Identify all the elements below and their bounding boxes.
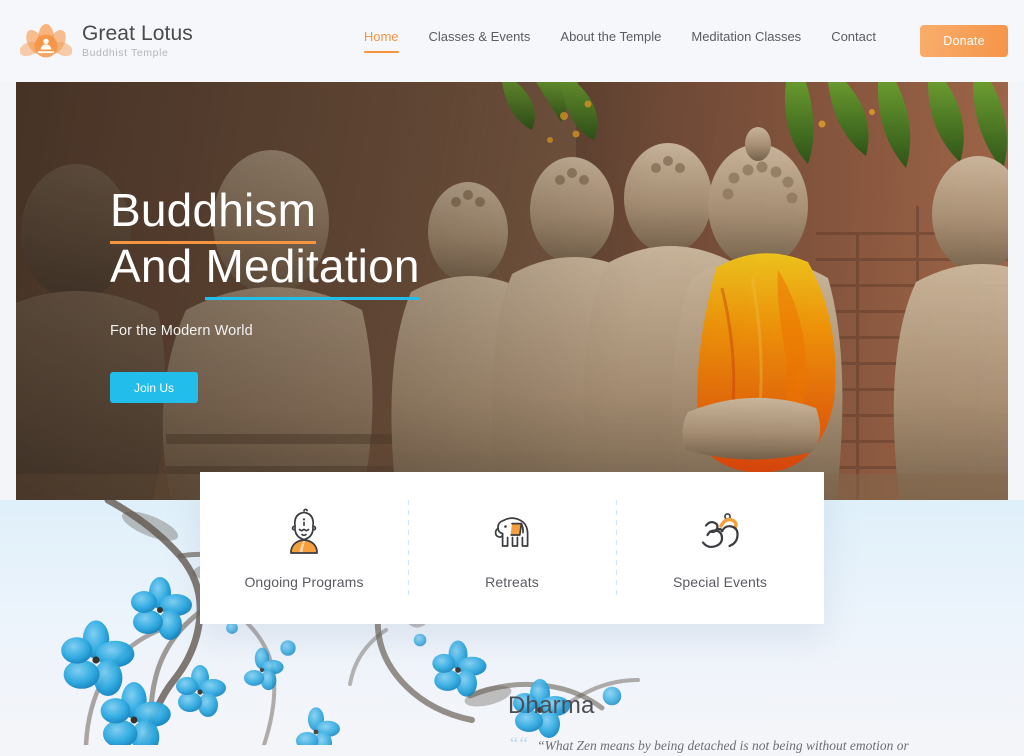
elephant-icon	[494, 516, 529, 547]
feature-card-special-events[interactable]: Special Events	[616, 472, 824, 624]
feature-label: Special Events	[672, 573, 767, 590]
hero-headline-line1: Buddhism	[110, 182, 420, 244]
dharma-quote-text: “What Zen means by being detached is not…	[537, 738, 909, 753]
donate-button[interactable]: Donate	[920, 25, 1008, 57]
feature-cards-panel: Ongoing Programs Retreats Special Events	[200, 472, 824, 624]
feature-label: Ongoing Programs	[244, 573, 364, 590]
lotus-meditation-icon	[20, 24, 72, 58]
feature-card-ongoing-programs[interactable]: Ongoing Programs	[200, 472, 408, 624]
hero-headline-line2: And Meditation	[110, 238, 420, 301]
hero-headline-meditation: Meditation	[205, 240, 420, 301]
hero-banner: Buddhism And Meditation For the Modern W…	[16, 82, 1008, 505]
site-header: Great Lotus Buddhist Temple Home Classes…	[0, 0, 1024, 82]
main-navigation: Home Classes & Events About the Temple M…	[363, 25, 1008, 57]
feature-card-retreats[interactable]: Retreats	[408, 472, 616, 624]
brand-subtitle: Buddhist Temple	[82, 47, 169, 60]
nav-item-meditation-classes[interactable]: Meditation Classes	[691, 29, 801, 53]
nav-item-about-the-temple[interactable]: About the Temple	[560, 29, 661, 53]
hero-subtitle: For the Modern World	[110, 323, 253, 340]
brand-logo[interactable]: Great Lotus Buddhist Temple	[16, 19, 193, 63]
om-symbol-icon	[701, 512, 739, 548]
hero-content: Buddhism And Meditation For the Modern W…	[110, 182, 420, 404]
nav-item-contact[interactable]: Contact	[831, 29, 876, 53]
dharma-section: Dharma ““ “What Zen means by being detac…	[508, 692, 909, 756]
dharma-title: Dharma	[508, 692, 595, 719]
nav-item-classes-events[interactable]: Classes & Events	[429, 29, 531, 53]
join-us-button[interactable]: Join Us	[110, 372, 198, 404]
brand-title: Great Lotus	[82, 21, 193, 45]
feature-label: Retreats	[485, 573, 539, 590]
dharma-quote-row: ““ “What Zen means by being detached is …	[508, 735, 909, 756]
hero-headline-and: And	[110, 240, 206, 293]
hero-headline-buddhism: Buddhism	[110, 184, 317, 244]
nav-item-home[interactable]: Home	[363, 29, 399, 53]
buddha-head-icon	[290, 507, 318, 554]
